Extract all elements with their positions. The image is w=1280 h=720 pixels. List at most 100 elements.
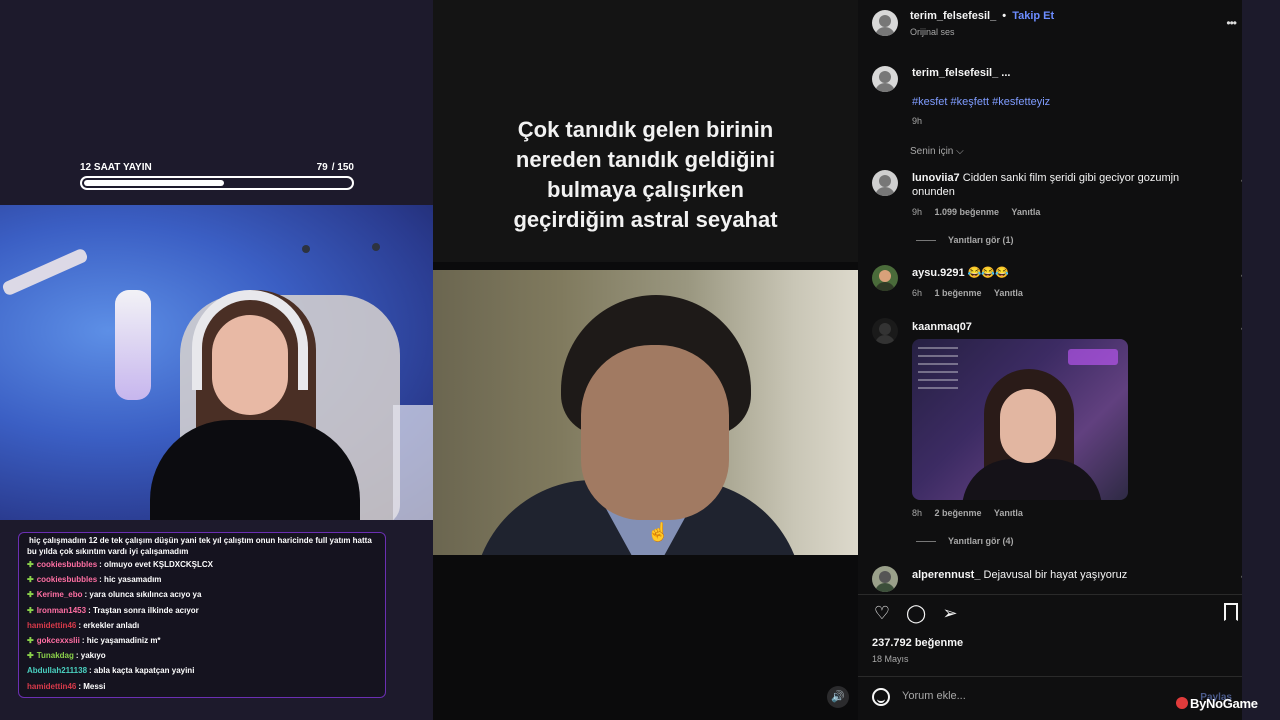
comment-likes[interactable]: 2 beğenme	[935, 508, 982, 518]
comment-body: kaanmaq07	[912, 320, 972, 334]
caption-author[interactable]: terim_felsefesil_ ...	[912, 67, 1010, 79]
comment-meta: 8h 2 beğenme Yanıtla	[912, 508, 1033, 518]
actor-face	[581, 345, 729, 520]
comment-image[interactable]	[912, 339, 1128, 500]
comment-meta: 6h 1 beğenme Yanıtla	[912, 288, 1033, 298]
comment-sort-dropdown[interactable]: Senin için ⌵	[910, 146, 964, 157]
plus-badge-icon: ✚	[27, 635, 34, 645]
chat-text: : erkekler anladı	[78, 620, 140, 630]
comment-time: 9h	[912, 207, 923, 217]
chat-username[interactable]: cookiesbubbles	[37, 575, 97, 584]
chevron-down-icon: ⌵	[956, 146, 964, 157]
chat-text: : hic yaşamadiniz m*	[81, 635, 161, 645]
comment-time: 8h	[912, 508, 923, 518]
post-date: 18 Mayıs	[872, 654, 909, 664]
comment-body: alperennust_ Dejavusal bir hayat yaşıyor…	[912, 568, 1127, 582]
share-paper-plane-icon[interactable]: ➢	[940, 603, 960, 623]
webcam-feed	[0, 205, 433, 520]
chat-username[interactable]: Tunakdag	[37, 651, 74, 660]
chat-message: hamidettin46: Messi	[27, 679, 377, 694]
caption-line: bulmaya çalışırken	[547, 177, 744, 202]
reply-button[interactable]: Yanıtla	[1011, 207, 1040, 217]
goal-label: 12 SAAT YAYIN	[80, 162, 152, 173]
chat-text: : abla kaçta kapatçan yayini	[89, 666, 195, 676]
stream-goal: 12 SAAT YAYIN 79/ 150	[80, 162, 354, 190]
stream-overlay: 12 SAAT YAYIN 79/ 150 hiç çalışmadım 12 …	[0, 0, 433, 720]
image-text-lines	[918, 347, 958, 395]
comment-username[interactable]: kaanmaq07	[912, 321, 972, 333]
comment-username[interactable]: lunoviia7	[912, 172, 960, 184]
stream-chat: hiç çalışmadım 12 de tek çalışım düşün y…	[18, 532, 386, 698]
caption-line: geçirdiğim astral seyahat	[513, 207, 778, 232]
comment-time: 6h	[912, 288, 923, 298]
follow-button[interactable]: Takip Et	[1012, 10, 1054, 22]
sort-label: Senin için	[910, 146, 954, 157]
image-person-face	[1000, 389, 1056, 463]
post-panel: terim_felsefesil_ • Takip Et Orijinal se…	[858, 0, 1244, 720]
caption-line: nereden tanıdık geldiğini	[515, 147, 776, 172]
chat-text: : yara olunca sıkılınca acıyo ya	[84, 590, 202, 600]
chat-username[interactable]: cookiesbubbles	[37, 560, 97, 569]
sound-toggle-button[interactable]: 🔊	[827, 686, 849, 708]
plus-badge-icon: ✚	[27, 560, 34, 569]
chat-username[interactable]: Abdullah211138	[27, 666, 87, 675]
emoji-icon[interactable]	[872, 688, 890, 706]
bynogame-logo-icon	[1176, 697, 1188, 709]
caption-avatar[interactable]	[872, 66, 898, 92]
caption-hashtags[interactable]: #kesfet #keşfett #kesfetteyiz	[912, 96, 1050, 108]
comment-username[interactable]: alperennust_	[912, 569, 980, 581]
chat-text: : yakıyo	[75, 651, 106, 661]
actions-divider	[858, 594, 1242, 595]
caption-area: Çok tanıdık gelen birinin nereden tanıdı…	[433, 0, 858, 262]
comment-text: 😂😂😂	[967, 267, 1009, 279]
chat-username[interactable]: gokcexxslii	[37, 636, 80, 645]
wall-dot	[302, 245, 310, 253]
author-avatar[interactable]	[872, 10, 898, 36]
chat-message: ✚ Kerime_ebo: yara olunca sıkılınca acıyo…	[27, 587, 377, 602]
comment-likes[interactable]: 1.099 beğenme	[935, 207, 1000, 217]
audio-label[interactable]: Orijinal ses	[910, 27, 955, 37]
heart-icon[interactable]: ♡	[872, 603, 892, 623]
reply-button[interactable]: Yanıtla	[994, 508, 1023, 518]
comment-avatar[interactable]	[872, 170, 898, 196]
reel-video[interactable]: Çok tanıdık gelen birinin nereden tanıdı…	[433, 0, 858, 720]
background-edge	[1242, 0, 1280, 720]
wall-dot	[372, 243, 380, 251]
goal-current: 79	[316, 162, 328, 173]
screen: 12 SAAT YAYIN 79/ 150 hiç çalışmadım 12 …	[0, 0, 1280, 720]
chat-message: Abdullah211138: abla kaçta kapatçan yayi…	[27, 663, 377, 678]
bookmark-icon[interactable]	[1224, 603, 1238, 621]
chat-message: ✚ Tunakdag: yakıyo	[27, 648, 377, 663]
comment-bubble-icon[interactable]: ◯	[906, 603, 926, 623]
more-options-icon[interactable]: •••	[1226, 16, 1237, 30]
chat-text: hiç çalışmadım 12 de tek çalışım düşün y…	[27, 536, 372, 556]
comment-meta: 9h 1.099 beğenme Yanıtla	[912, 207, 1050, 217]
comment-body: lunoviia7 Cidden sanki film şeridi gibi …	[912, 171, 1212, 199]
reply-button[interactable]: Yanıtla	[994, 288, 1023, 298]
mouse-cursor-icon: ☝	[647, 522, 670, 542]
post-like-count[interactable]: 237.792 beğenme	[872, 637, 963, 649]
chat-text: : olmuyo evet KŞLDXCKŞLCX	[99, 560, 213, 569]
view-replies-button[interactable]: Yanıtları gör (4)	[916, 536, 1014, 546]
chat-username[interactable]: hamidettin46	[27, 621, 76, 630]
chat-message: ✚ cookiesbubbles: olmuyo evet KŞLDXCKŞLCX	[27, 557, 377, 572]
chat-username[interactable]: hamidettin46	[27, 682, 76, 691]
comment-text: Dejavusal bir hayat yaşıyoruz	[983, 569, 1128, 581]
comment-likes[interactable]: 1 beğenme	[935, 288, 982, 298]
chat-username[interactable]: Ironman1453	[37, 606, 86, 615]
goal-target: / 150	[331, 162, 354, 173]
image-neon-light	[1068, 349, 1118, 365]
comment-avatar[interactable]	[872, 318, 898, 344]
chat-text: : Traştan sonra ilkinde acıyor	[88, 605, 199, 615]
comment-avatar[interactable]	[872, 566, 898, 592]
caption-line: Çok tanıdık gelen birinin	[517, 117, 774, 142]
comment-avatar[interactable]	[872, 265, 898, 291]
author-username[interactable]: terim_felsefesil_	[910, 10, 996, 22]
view-replies-button[interactable]: Yanıtları gör (1)	[916, 235, 1014, 245]
header-separator: •	[1002, 10, 1007, 22]
chat-message: hamidettin46: erkekler anladı	[27, 618, 377, 633]
comment-input[interactable]	[902, 690, 1182, 702]
chat-username[interactable]: Kerime_ebo	[37, 590, 83, 599]
mic-arm	[1, 247, 89, 297]
comment-username[interactable]: aysu.9291	[912, 267, 965, 279]
